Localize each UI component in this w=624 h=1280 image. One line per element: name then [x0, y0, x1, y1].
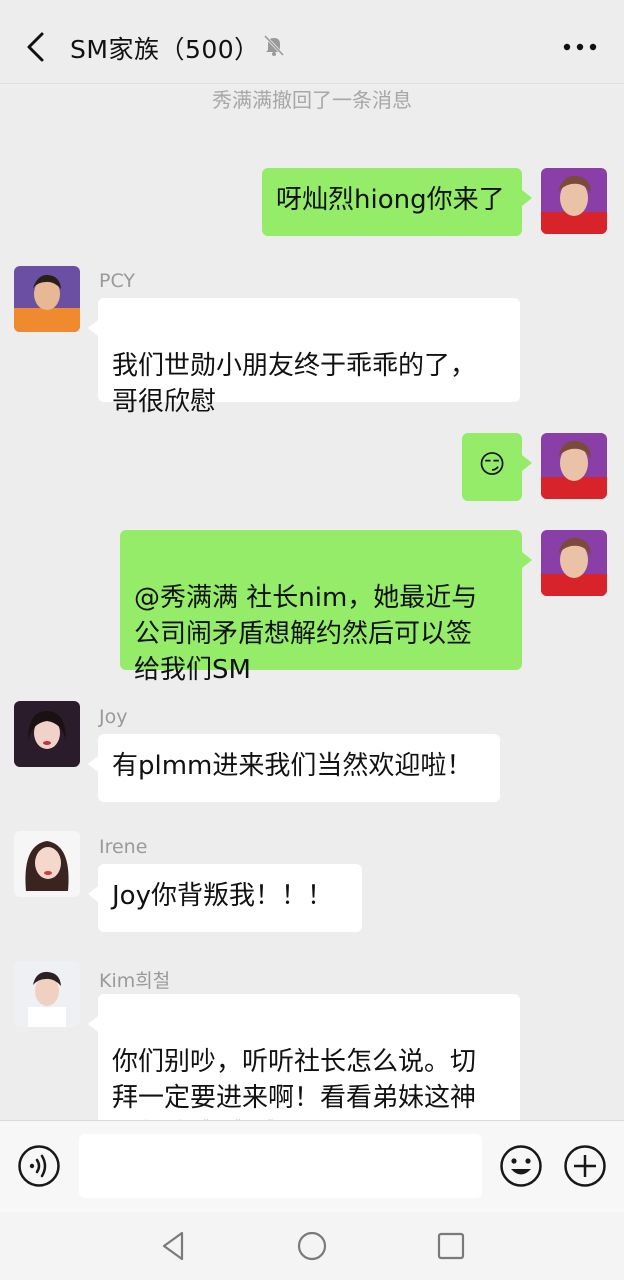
system-nav-bar: [0, 1212, 624, 1280]
sender-name: Kim희철: [99, 970, 171, 992]
message-bubble-other[interactable]: Joy你背叛我！！！: [88, 864, 362, 932]
square-recents-icon[interactable]: [434, 1229, 468, 1263]
message-text: 呀灿烈hiong你来了: [276, 185, 505, 215]
avatar-joy[interactable]: [14, 701, 80, 767]
recall-notice: 秀满满撤回了一条消息: [212, 88, 412, 112]
input-bar: [0, 1120, 624, 1212]
sender-name: PCY: [99, 270, 135, 292]
message-bubble-self[interactable]: @秀满满 社长nim，她最近与 公司闹矛盾想解约然后可以签 给我们SM: [120, 530, 532, 685]
chevron-left-icon[interactable]: [22, 30, 50, 64]
voice-icon[interactable]: [17, 1144, 61, 1188]
smirk-emoji: 😏: [478, 450, 506, 480]
avatar-pcy[interactable]: [14, 266, 80, 332]
avatar-self[interactable]: [541, 433, 607, 499]
message-text: Joy你背叛我！！！: [112, 881, 333, 911]
triangle-back-icon[interactable]: [156, 1229, 190, 1263]
message-bubble-self[interactable]: 呀灿烈hiong你来了: [262, 168, 532, 236]
avatar-self[interactable]: [541, 168, 607, 234]
avatar-irene[interactable]: [14, 831, 80, 897]
message-text: 有plmm进来我们当然欢迎啦！: [112, 751, 473, 781]
message-input[interactable]: [79, 1134, 482, 1198]
avatar-kim[interactable]: [14, 961, 80, 1027]
plus-icon[interactable]: [563, 1144, 607, 1188]
message-bubble-other[interactable]: 有plmm进来我们当然欢迎啦！: [88, 734, 500, 802]
circle-home-icon[interactable]: [295, 1229, 329, 1263]
message-bubble-self[interactable]: 😏: [462, 433, 532, 501]
chat-header: SM家族（500）: [0, 0, 624, 84]
chat-title: SM家族（500）: [70, 35, 260, 64]
more-dots-icon[interactable]: [560, 40, 600, 54]
avatar-self[interactable]: [541, 530, 607, 596]
sender-name: Irene: [99, 836, 148, 858]
message-bubble-other[interactable]: 我们世勋小朋友终于乖乖的了， 哥很欣慰: [88, 298, 520, 417]
message-bubble-other[interactable]: 你们别吵，听听社长怎么说。切 拜一定要进来啊！看看弟妹这神 仙颜值🙏🙏🙏: [88, 994, 520, 1149]
emoji-icon[interactable]: [499, 1144, 543, 1188]
bell-muted-icon: [263, 34, 285, 57]
message-text: @秀满满 社长nim，她最近与 公司闹矛盾想解约然后可以签 给我们SM: [134, 583, 478, 685]
message-text: 我们世勋小朋友终于乖乖的了， 哥很欣慰: [112, 351, 477, 417]
sender-name: Joy: [99, 706, 128, 728]
